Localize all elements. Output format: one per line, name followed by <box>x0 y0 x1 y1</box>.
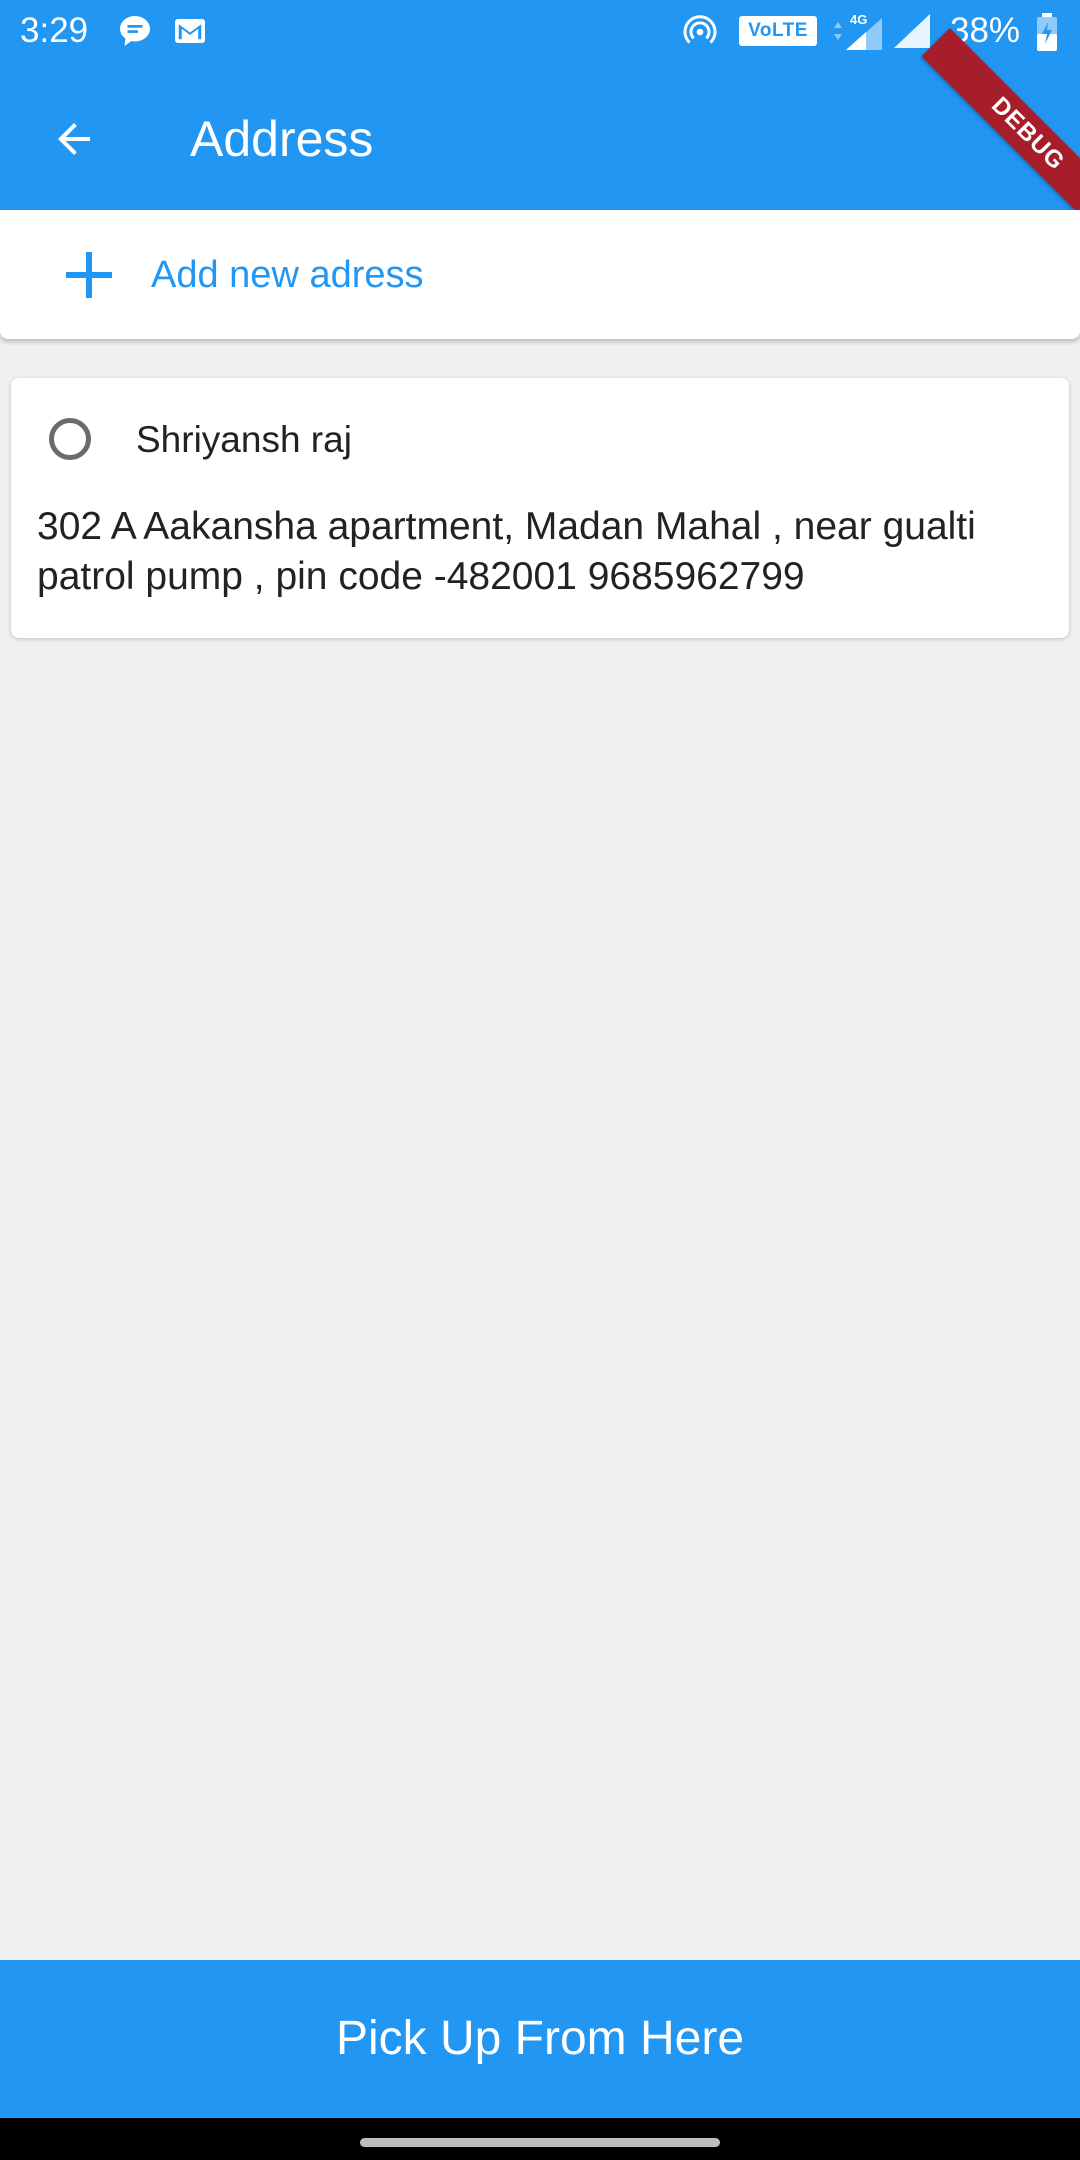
address-radio-button[interactable] <box>49 418 91 460</box>
signal-4g-icon: 4G <box>826 10 886 57</box>
home-gesture-handle[interactable] <box>360 2138 720 2147</box>
plus-icon <box>64 250 114 300</box>
address-details: 302 A Aakansha apartment, Madan Mahal , … <box>37 505 976 598</box>
add-new-address-label: Add new adress <box>151 254 424 296</box>
hotspot-icon <box>680 14 720 55</box>
top-bar: 3:29 VoLTE 4G 38% DEBUG Address <box>0 0 1080 210</box>
gmail-icon <box>172 13 208 49</box>
address-name: Shriyansh raj <box>136 419 352 460</box>
pick-up-from-here-button[interactable]: Pick Up From Here <box>0 1960 1080 2118</box>
back-button[interactable] <box>38 105 110 177</box>
arrow-back-icon <box>50 115 98 168</box>
signal-icon <box>892 12 932 55</box>
status-time: 3:29 <box>20 11 89 50</box>
status-bar: 3:29 VoLTE 4G 38% <box>0 0 1080 63</box>
chat-notification-icon <box>117 13 153 49</box>
battery-charging-icon <box>1034 12 1060 57</box>
volte-icon: VoLTE <box>739 16 817 46</box>
add-new-address-button[interactable]: Add new adress <box>0 210 1080 339</box>
navigation-bar <box>0 2118 1080 2160</box>
svg-text:4G: 4G <box>850 12 867 27</box>
app-bar: Address <box>0 63 1080 210</box>
page-title: Address <box>190 111 374 167</box>
address-card[interactable]: Shriyansh raj 302 A Aakansha apartment, … <box>11 378 1069 638</box>
